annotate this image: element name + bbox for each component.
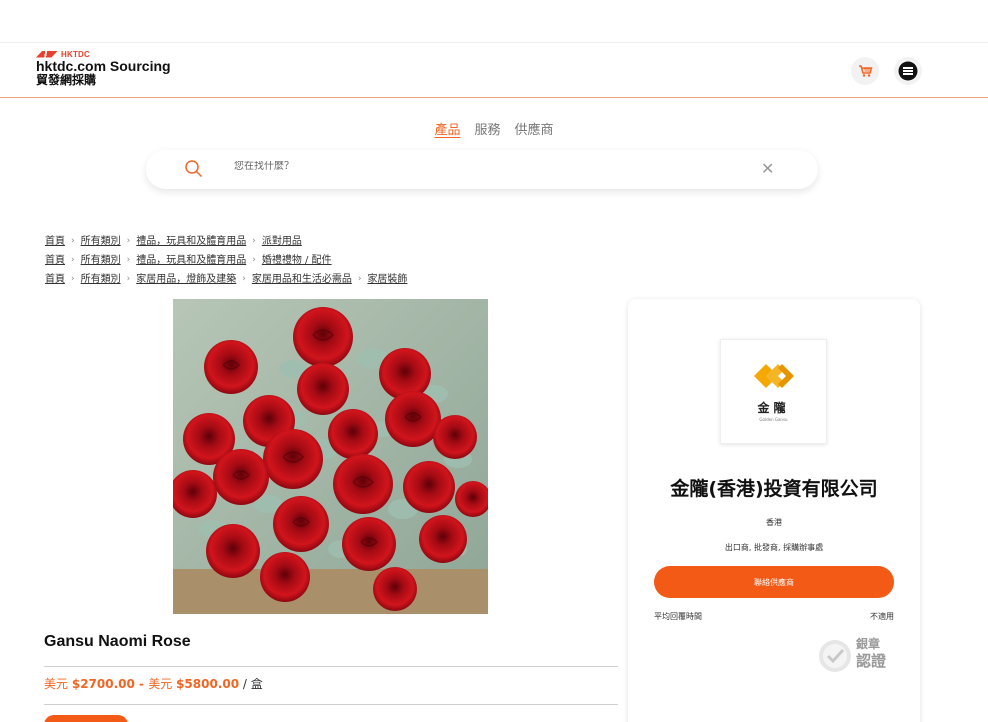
breadcrumb-link[interactable]: 家居裝飾 — [367, 270, 407, 289]
chevron-right-icon: › — [71, 274, 75, 284]
chevron-right-icon: › — [126, 255, 131, 265]
cart-button[interactable] — [851, 57, 879, 85]
breadcrumb: 首頁 › 所有類別 › 禮品，玩具和及體育用品 › 派對用品 首頁 › 所有類別 › 禮品… — [45, 232, 407, 289]
site-logo[interactable]: HKTDC hktdc.com Sourcing 貿發網採購 — [36, 49, 171, 87]
badge-label: 銀章 認證 — [856, 636, 886, 670]
price-separator: - — [134, 677, 149, 691]
search-input[interactable] — [234, 161, 714, 172]
supplier-business-types: 出口商, 批發商, 採購辦事處 — [724, 543, 824, 552]
logo-subtitle: 貿發網採購 — [36, 73, 97, 87]
site-header: HKTDC hktdc.com Sourcing 貿發網採購 — [0, 42, 988, 98]
breadcrumb-link[interactable]: 首頁 — [45, 251, 65, 270]
price-unit: / 盒 — [242, 677, 263, 691]
breadcrumb-link[interactable]: 所有類別 — [81, 270, 121, 289]
price-currency: 美元 — [44, 677, 69, 691]
price-currency: 美元 — [148, 677, 173, 691]
breadcrumb-link[interactable]: 首頁 — [45, 270, 65, 289]
tab-services[interactable]: 服務 — [474, 119, 500, 138]
supplier-region: 香港 — [766, 518, 782, 527]
chevron-right-icon: › — [252, 255, 256, 265]
hktdc-logo-mark — [36, 50, 58, 58]
chevron-right-icon: › — [126, 236, 131, 246]
chevron-right-icon: › — [357, 274, 362, 284]
badge-line-1: 銀章 — [856, 637, 881, 651]
breadcrumb-link[interactable]: 家居用品和生活必需品 — [252, 270, 352, 289]
product-title: Gansu Naomi Rose — [44, 633, 191, 650]
logo-title: hktdc.com Sourcing — [36, 58, 171, 74]
breadcrumb-line: 首頁 › 所有類別 › 家居用品，燈飾及建築 › 家居用品和生活必需品 › 家居裝飾 — [45, 270, 407, 289]
rose-bouquet-image — [173, 299, 488, 614]
breadcrumb-line: 首頁 › 所有類別 › 禮品，玩具和及體育用品 › 派對用品 — [45, 232, 407, 251]
price-low: $2700.00 — [71, 677, 135, 691]
supplier-logo[interactable]: 金隴 Golden Gansu — [720, 339, 827, 444]
supplier-name[interactable]: 金隴(香港)投資有限公司 — [628, 474, 920, 501]
tab-suppliers[interactable]: 供應商 — [515, 119, 554, 138]
chevron-right-icon: › — [126, 274, 131, 284]
supplier-logo-en: Golden Gansu — [759, 417, 788, 422]
hamburger-menu-icon — [898, 61, 918, 81]
breadcrumb-link[interactable]: 所有類別 — [81, 232, 121, 251]
golden-gansu-logo-icon — [754, 364, 794, 388]
product-price: 美元 $2700.00 - 美元 $5800.00 / 盒 — [44, 675, 263, 692]
badge-line-2: 認證 — [856, 652, 887, 670]
price-high: $5800.00 — [176, 677, 240, 691]
check-badge-icon — [819, 640, 851, 672]
search-bar: ✕ — [146, 150, 818, 189]
chevron-right-icon: › — [242, 274, 246, 284]
divider — [44, 704, 618, 705]
breadcrumb-link[interactable]: 禮品，玩具和及體育用品 — [136, 232, 246, 251]
breadcrumb-link[interactable]: 派對用品 — [262, 232, 302, 251]
breadcrumb-link[interactable]: 所有類別 — [81, 251, 121, 270]
response-time-value: 不適用 — [870, 612, 894, 621]
tab-products[interactable]: 產品 — [434, 119, 460, 138]
breadcrumb-link[interactable]: 家居用品，燈飾及建築 — [136, 270, 236, 289]
breadcrumb-link[interactable]: 禮品，玩具和及體育用品 — [136, 251, 246, 270]
divider — [44, 666, 618, 667]
chevron-right-icon: › — [71, 236, 75, 246]
breadcrumb-link[interactable]: 首頁 — [45, 232, 65, 251]
chevron-right-icon: › — [71, 255, 75, 265]
menu-button[interactable] — [894, 57, 922, 85]
product-image[interactable] — [173, 299, 488, 614]
clear-search-icon[interactable]: ✕ — [761, 159, 774, 178]
cart-icon — [858, 65, 873, 77]
search-category-tabs: 產品 服務 供應商 — [0, 119, 988, 138]
response-time-label: 平均回覆時間 — [654, 612, 702, 621]
silver-verified-badge: 銀章 認證 — [816, 636, 896, 676]
contact-supplier-button[interactable]: 聯絡供應商 — [654, 566, 894, 598]
chevron-right-icon: › — [252, 236, 256, 246]
breadcrumb-link[interactable]: 婚禮禮物 / 配件 — [262, 251, 332, 270]
search-icon[interactable] — [184, 159, 204, 179]
product-action-button[interactable] — [44, 715, 128, 722]
supplier-card: 金隴 Golden Gansu 金隴(香港)投資有限公司 香港 出口商, 批發商… — [628, 299, 920, 722]
supplier-logo-cn: 金隴 — [757, 401, 790, 415]
breadcrumb-line: 首頁 › 所有類別 › 禮品，玩具和及體育用品 › 婚禮禮物 / 配件 — [45, 251, 407, 270]
